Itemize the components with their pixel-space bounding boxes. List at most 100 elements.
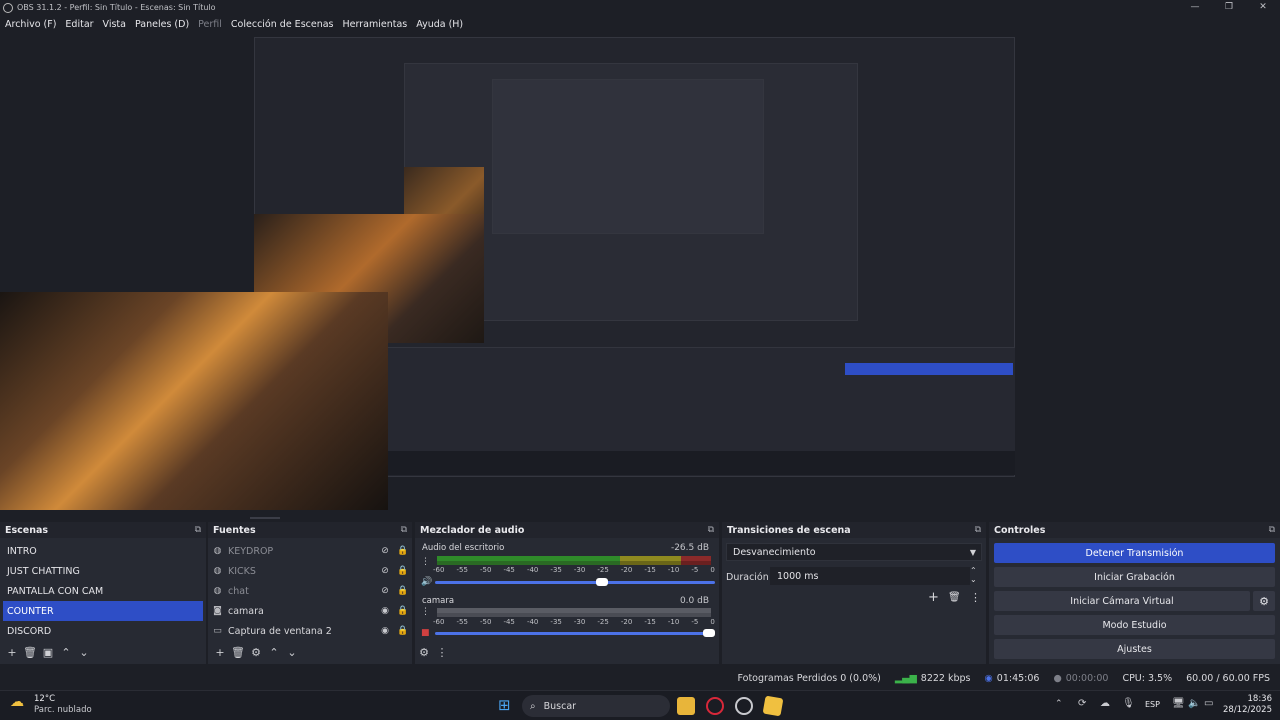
transition-select[interactable]: Desvanecimiento ▼: [726, 543, 982, 561]
lock-icon[interactable]: 🔒: [394, 546, 412, 556]
volume-icon[interactable]: 🔈: [1188, 698, 1200, 709]
lock-icon[interactable]: 🔒: [394, 606, 412, 616]
weather-desc: Parc. nublado: [34, 705, 92, 715]
dock-splitter[interactable]: [0, 513, 1280, 522]
undock-icon[interactable]: ⧉: [195, 525, 201, 535]
hidden-eye-icon[interactable]: ⊘: [376, 586, 394, 596]
advanced-audio-icon[interactable]: ⚙: [415, 645, 433, 661]
controls-title: Controles: [994, 524, 1046, 536]
source-settings-icon[interactable]: ⚙: [247, 645, 265, 661]
mixer-menu-icon[interactable]: ⋮: [433, 645, 451, 661]
dropped-frames: Fotogramas Perdidos 0 (0.0%): [737, 672, 881, 684]
language-indicator[interactable]: ESP: [1145, 700, 1160, 709]
preview-canvas[interactable]: [0, 33, 1280, 513]
hidden-eye-icon[interactable]: ⊘: [376, 546, 394, 556]
record-time: ● 00:00:00: [1053, 672, 1109, 684]
windows-start-icon[interactable]: ⊞: [498, 696, 511, 714]
source-item[interactable]: ◍ KICKS ⊘ 🔒: [208, 561, 412, 581]
channel-name: camara: [422, 596, 455, 606]
file-explorer-icon[interactable]: [677, 697, 695, 715]
mic-icon[interactable]: 🎙: [1122, 698, 1135, 709]
lock-icon[interactable]: 🔒: [394, 626, 412, 636]
scene-item[interactable]: PANTALLA CON CAM: [0, 581, 206, 601]
eye-icon[interactable]: ◉: [376, 606, 394, 616]
maximize-button[interactable]: ❐: [1212, 0, 1246, 15]
duration-stepper[interactable]: ⌃ ⌄: [970, 566, 977, 584]
channel-menu-icon[interactable]: ⋮: [421, 557, 430, 567]
studio-mode-button[interactable]: Modo Estudio: [994, 615, 1275, 635]
settings-button[interactable]: Ajustes: [994, 639, 1275, 659]
opera-icon[interactable]: [706, 697, 724, 715]
app-taskbar-icon[interactable]: [762, 695, 784, 717]
source-item[interactable]: ▭ Captura de ventana 2 ◉ 🔒: [208, 621, 412, 641]
remove-transition-icon[interactable]: 🗑: [948, 592, 961, 603]
add-transition-icon[interactable]: +: [928, 590, 939, 605]
source-item[interactable]: ◙ camara ◉ 🔒: [208, 601, 412, 621]
volume-slider[interactable]: [435, 629, 715, 637]
network-icon[interactable]: 🖥: [1172, 698, 1185, 709]
scene-item[interactable]: DISCORD: [0, 621, 206, 641]
obs-taskbar-icon[interactable]: [735, 697, 753, 715]
chevron-down-icon: ▼: [969, 547, 976, 557]
clock-time[interactable]: 18:36: [1240, 694, 1273, 704]
close-button[interactable]: ✕: [1246, 0, 1280, 15]
stop-streaming-button[interactable]: Detener Transmisión: [994, 543, 1275, 563]
cloud-icon[interactable]: ☁: [1100, 698, 1110, 709]
muted-speaker-icon[interactable]: ■: [421, 628, 430, 638]
undock-icon[interactable]: ⧉: [401, 525, 407, 535]
add-source-icon[interactable]: +: [211, 645, 229, 661]
volume-slider[interactable]: [435, 578, 715, 586]
menu-paneles[interactable]: Paneles (D): [135, 19, 189, 30]
battery-icon[interactable]: ▭: [1204, 698, 1213, 709]
channel-db: 0.0 dB: [679, 596, 709, 606]
meter-ticks: -60 -55 -50 -45 -40 -35 -30 -25 -20 -15 -10 -5 0: [433, 566, 715, 574]
sync-icon[interactable]: ⟳: [1078, 698, 1086, 709]
search-icon: ⌕: [530, 700, 536, 712]
menu-perfil[interactable]: Perfil: [198, 19, 222, 30]
level-meter: [437, 561, 711, 565]
scene-item[interactable]: JUST CHATTING: [0, 561, 206, 581]
move-up-icon[interactable]: ⌃: [57, 645, 75, 661]
lock-icon[interactable]: 🔒: [394, 566, 412, 576]
volume-knob[interactable]: [703, 629, 715, 637]
virtual-camera-settings-icon[interactable]: ⚙: [1253, 591, 1275, 611]
move-down-icon[interactable]: ⌄: [75, 645, 93, 661]
start-virtual-camera-button[interactable]: Iniciar Cámara Virtual: [994, 591, 1250, 611]
add-scene-icon[interactable]: +: [3, 645, 21, 661]
menu-ayuda[interactable]: Ayuda (H): [416, 19, 463, 30]
menu-vista[interactable]: Vista: [103, 19, 126, 30]
volume-knob[interactable]: [595, 578, 608, 586]
scene-item[interactable]: INTRO: [0, 541, 206, 561]
window-title: OBS 31.1.2 - Perfil: Sin Título - Escena…: [17, 3, 216, 12]
undock-icon[interactable]: ⧉: [708, 525, 714, 535]
hidden-eye-icon[interactable]: ⊘: [376, 566, 394, 576]
remove-source-icon[interactable]: 🗑: [229, 645, 247, 661]
taskbar-search[interactable]: ⌕ Buscar: [522, 695, 670, 717]
source-item[interactable]: ◍ KEYDROP ⊘ 🔒: [208, 541, 412, 561]
obs-window: OBS 31.1.2 - Perfil: Sin Título - Escena…: [0, 0, 1280, 720]
move-up-icon[interactable]: ⌃: [265, 645, 283, 661]
eye-icon[interactable]: ◉: [376, 626, 394, 636]
undock-icon[interactable]: ⧉: [1269, 525, 1275, 535]
chevron-up-icon[interactable]: ⌃: [1055, 699, 1063, 709]
channel-menu-icon[interactable]: ⋮: [421, 607, 430, 617]
channel-name: Audio del escritorio: [422, 543, 505, 553]
menu-herramientas[interactable]: Herramientas: [343, 19, 408, 30]
menu-editar[interactable]: Editar: [65, 19, 93, 30]
remove-scene-icon[interactable]: 🗑: [21, 645, 39, 661]
signal-icon: ▂▄▆: [894, 672, 917, 684]
menu-coleccion[interactable]: Colección de Escenas: [231, 19, 334, 30]
minimize-button[interactable]: —: [1178, 0, 1212, 15]
duration-input[interactable]: 1000 ms: [770, 567, 970, 585]
start-recording-button[interactable]: Iniciar Grabación: [994, 567, 1275, 587]
menu-archivo[interactable]: Archivo (F): [5, 19, 56, 30]
source-item[interactable]: ◍ chat ⊘ 🔒: [208, 581, 412, 601]
transition-menu-icon[interactable]: ⋮: [970, 591, 981, 604]
lock-icon[interactable]: 🔒: [394, 586, 412, 596]
move-down-icon[interactable]: ⌄: [283, 645, 301, 661]
scene-filters-icon[interactable]: ▣: [39, 645, 57, 661]
speaker-icon[interactable]: 🔊: [421, 577, 432, 587]
scene-item-selected[interactable]: COUNTER: [3, 601, 203, 621]
undock-icon[interactable]: ⧉: [975, 525, 981, 535]
clock-date[interactable]: 28/12/2025: [1220, 705, 1272, 715]
